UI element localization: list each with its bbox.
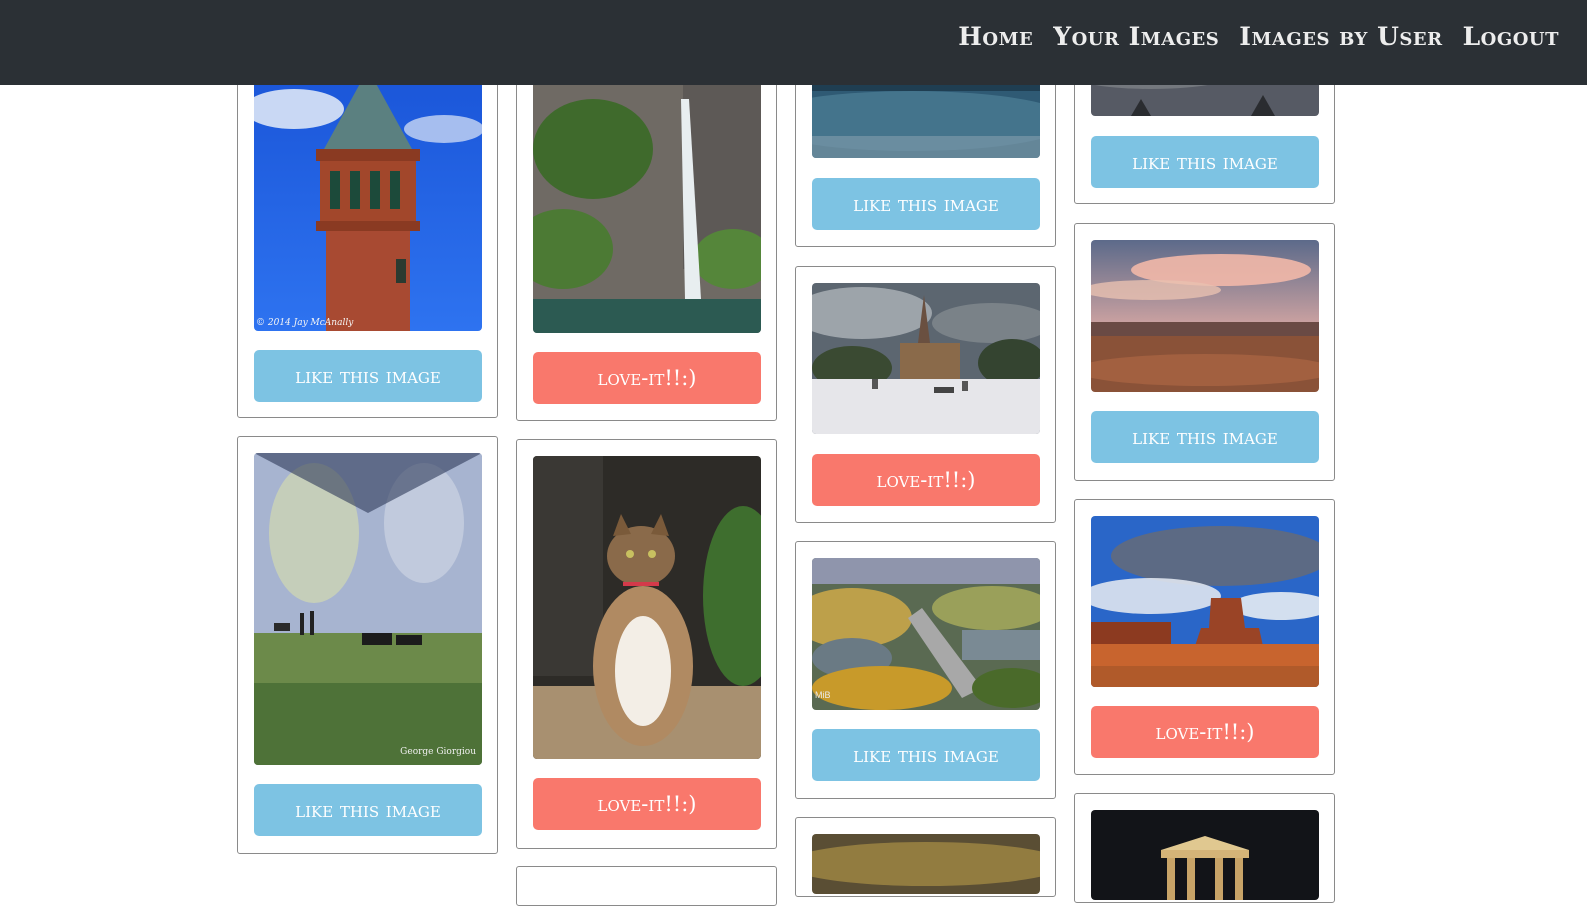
image-card: MiB like this image: [795, 541, 1056, 799]
tower-photo[interactable]: © 2014 Jay McAnally: [254, 69, 482, 331]
image-card: love-it!!:): [516, 50, 777, 421]
like-image-button[interactable]: like this image: [812, 178, 1040, 230]
image-card: [795, 817, 1056, 897]
image-card: [516, 866, 777, 906]
photo-watermark: George Giorgiou: [400, 747, 476, 757]
immersive-museum-photo[interactable]: George Giorgiou: [254, 453, 482, 765]
night-building-photo[interactable]: [1091, 810, 1319, 900]
image-card: George Giorgiou like this image: [237, 436, 498, 854]
nav-logout-link[interactable]: Logout: [1463, 22, 1559, 51]
image-card: love-it!!:): [1074, 499, 1335, 775]
image-card: © 2014 Jay McAnally like this image: [237, 50, 498, 418]
photo-watermark: MiB: [815, 690, 831, 700]
like-image-button[interactable]: like this image: [812, 729, 1040, 781]
image-card: [1074, 793, 1335, 903]
like-image-button[interactable]: like this image: [254, 350, 482, 402]
sunset-photo[interactable]: [812, 834, 1040, 894]
love-it-button[interactable]: love-it!!:): [812, 454, 1040, 506]
love-it-button[interactable]: love-it!!:): [533, 778, 761, 830]
image-card: like this image: [1074, 223, 1335, 481]
like-image-button[interactable]: like this image: [254, 784, 482, 836]
church-snow-photo[interactable]: [812, 283, 1040, 434]
image-card: love-it!!:): [795, 266, 1056, 523]
like-image-button[interactable]: like this image: [1091, 136, 1319, 188]
love-it-button[interactable]: love-it!!:): [1091, 706, 1319, 758]
top-navbar: Home Your Images Images by User Logout: [0, 0, 1587, 85]
grand-canyon-photo[interactable]: [1091, 240, 1319, 392]
waterfall-photo[interactable]: [533, 69, 761, 333]
nav-images-by-user-link[interactable]: Images by User: [1239, 22, 1442, 51]
nav-your-images-link[interactable]: Your Images: [1053, 22, 1219, 51]
image-card: love-it!!:): [516, 439, 777, 849]
dam-autumn-photo[interactable]: MiB: [812, 558, 1040, 710]
like-image-button[interactable]: like this image: [1091, 411, 1319, 463]
love-it-button[interactable]: love-it!!:): [533, 352, 761, 404]
monument-valley-photo[interactable]: [1091, 516, 1319, 687]
photo-watermark: © 2014 Jay McAnally: [256, 318, 354, 328]
nav-links: Home Your Images Images by User Logout: [958, 22, 1559, 51]
nav-home-link[interactable]: Home: [958, 22, 1033, 51]
cat-photo[interactable]: [533, 456, 761, 759]
